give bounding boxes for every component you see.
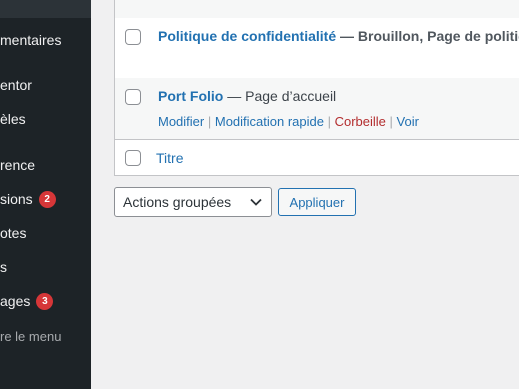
row-title-line: Port Folio — Page d’accueil <box>158 88 336 104</box>
table-footer: Titre <box>115 139 519 176</box>
admin-sidebar: mentaires entor èles rence sions 2 otes … <box>0 0 91 389</box>
sidebar-item-label: entor <box>0 77 32 93</box>
trash-link[interactable]: Corbeille <box>335 114 386 129</box>
page-state: — Brouillon, Page de politique <box>340 28 519 44</box>
sidebar-item-plugins[interactable]: sions 2 <box>0 187 56 211</box>
row-actions: Modifier | Modification rapide | Corbeil… <box>158 114 419 129</box>
bulk-actions-select[interactable]: Actions groupées <box>114 187 272 217</box>
sidebar-item-label: ages <box>0 293 31 309</box>
collapse-menu-button[interactable]: re le menu <box>0 324 61 348</box>
table-row <box>115 0 519 18</box>
sidebar-item-label: èles <box>0 111 26 127</box>
row-checkbox[interactable] <box>125 89 141 105</box>
sidebar-item-elementor[interactable]: entor <box>0 73 32 97</box>
table-row: Politique de confidentialité — Brouillon… <box>115 18 519 78</box>
bulk-actions-value: Actions groupées <box>123 194 232 210</box>
sidebar-item-comments[interactable]: mentaires <box>0 28 61 52</box>
page-title-link[interactable]: Port Folio <box>158 88 223 104</box>
sidebar-item-label: mentaires <box>0 32 62 48</box>
sidebar-item-label: s <box>0 259 7 275</box>
sidebar-item-appearance[interactable]: rence <box>0 153 35 177</box>
row-checkbox[interactable] <box>125 29 141 45</box>
sidebar-item-settings[interactable]: ages 3 <box>0 289 54 313</box>
pages-list-table: Politique de confidentialité — Brouillon… <box>114 0 519 176</box>
table-row: Port Folio — Page d’accueil Modifier | M… <box>115 78 519 139</box>
apply-button[interactable]: Appliquer <box>278 188 356 216</box>
sidebar-item-label: sions <box>0 191 33 207</box>
page-state: — Page d’accueil <box>223 88 337 104</box>
edit-link[interactable]: Modifier <box>158 114 204 129</box>
chevron-down-icon <box>250 198 262 206</box>
quick-edit-link[interactable]: Modification rapide <box>215 114 324 129</box>
update-count-badge: 2 <box>38 190 56 208</box>
update-count-badge: 3 <box>36 292 54 310</box>
title-column-header[interactable]: Titre <box>156 150 183 166</box>
row-title-line: Politique de confidentialité — Brouillon… <box>158 28 519 44</box>
select-all-checkbox[interactable] <box>125 150 141 166</box>
view-link[interactable]: Voir <box>397 114 419 129</box>
sidebar-item-tools[interactable]: s <box>0 255 7 279</box>
page-title-link[interactable]: Politique de confidentialité <box>158 28 336 44</box>
sidebar-item-label: otes <box>0 225 27 241</box>
sidebar-top-item[interactable] <box>0 0 91 18</box>
collapse-menu-label: re le menu <box>0 328 62 344</box>
sidebar-item-label: rence <box>0 157 36 173</box>
sidebar-item-templates[interactable]: èles <box>0 107 26 131</box>
sidebar-item-users[interactable]: otes <box>0 221 26 245</box>
